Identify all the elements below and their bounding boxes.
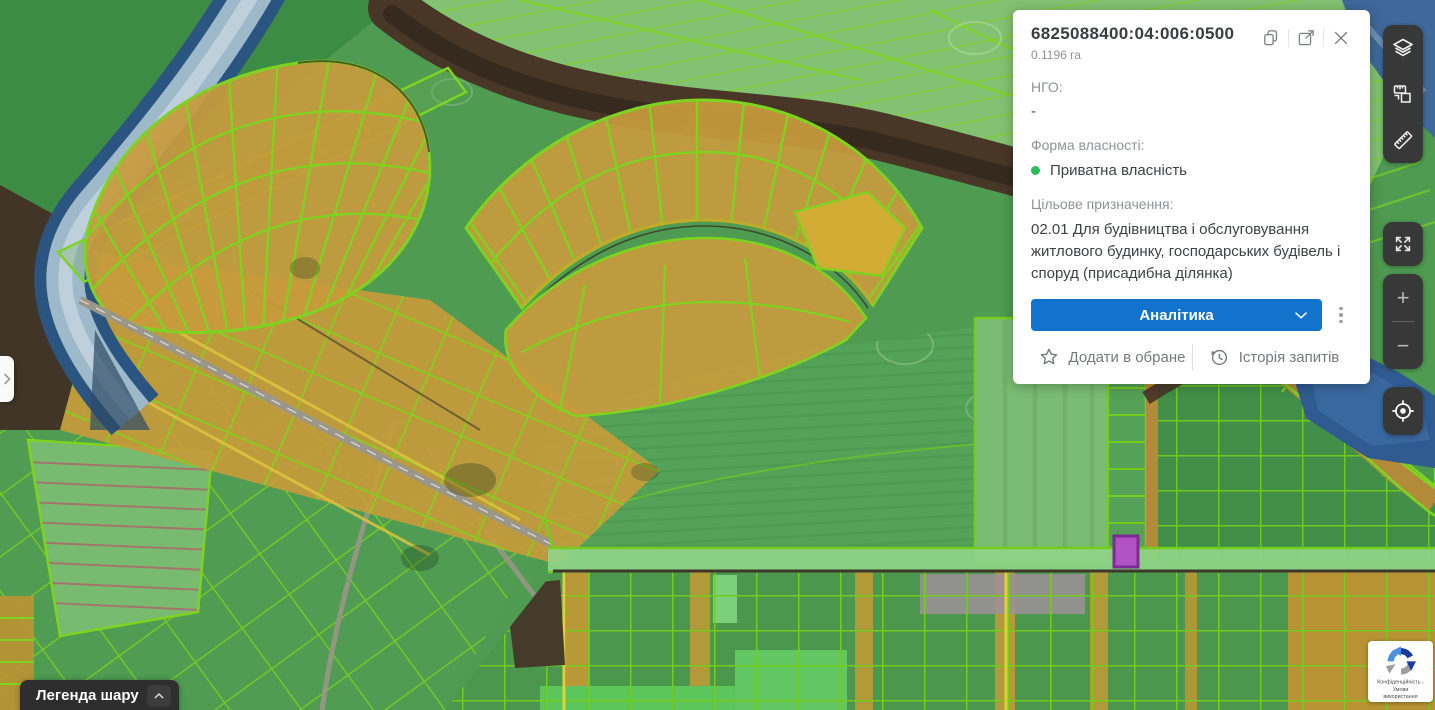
ngo-label: НГО: (1031, 79, 1354, 95)
history-label: Історія запитів (1239, 349, 1340, 366)
purpose-value: 02.01 Для будівництва і обслуговування ж… (1031, 219, 1354, 285)
ruler-icon[interactable] (1383, 117, 1423, 163)
zoom-controls: + − (1383, 274, 1423, 369)
star-icon (1038, 346, 1060, 368)
minus-icon: − (1397, 335, 1410, 357)
copy-icon[interactable] (1258, 26, 1284, 50)
chevron-down-icon (1290, 304, 1312, 326)
zoom-in-button[interactable]: + (1383, 274, 1423, 321)
close-icon[interactable] (1328, 26, 1354, 50)
dense-parcel-band (445, 560, 1435, 710)
parcel-info-panel: 6825088400:04:006:0500 0.1196 га (1013, 10, 1370, 384)
map-app: 6825088400:04:006:0500 0.1196 га (0, 0, 1435, 710)
plus-icon: + (1397, 287, 1410, 309)
divider (1323, 29, 1324, 47)
ownership-value: Приватна власність (1050, 162, 1187, 179)
layers-icon[interactable] (1383, 25, 1423, 71)
fullscreen-icon[interactable] (1383, 222, 1423, 266)
divider (1288, 29, 1289, 47)
locate-icon[interactable] (1383, 387, 1423, 435)
selected-parcel[interactable] (1114, 536, 1138, 567)
left-drawer-handle[interactable] (0, 356, 14, 402)
legend-map-icon[interactable] (1383, 71, 1423, 117)
zoom-out-button[interactable]: − (1383, 322, 1423, 369)
legend-label: Легенда шару (36, 687, 139, 704)
chevron-up-icon (147, 685, 171, 707)
recaptcha-terms-text: використання (1371, 694, 1430, 701)
parcel-area: 0.1196 га (1031, 48, 1234, 62)
parcel-id: 6825088400:04:006:0500 (1031, 24, 1234, 44)
more-options-kebab-icon[interactable] (1328, 303, 1354, 328)
history-clock-icon (1208, 346, 1230, 368)
recaptcha-logo-icon (1383, 645, 1419, 678)
request-history-button[interactable]: Історія запитів (1193, 346, 1354, 368)
add-to-favorites-button[interactable]: Додати в обране (1031, 346, 1192, 368)
ngo-value: - (1031, 103, 1354, 120)
ownership-status-dot (1031, 166, 1040, 175)
ownership-label: Форма власності: (1031, 137, 1354, 153)
map-tools-group (1383, 25, 1423, 163)
analytics-button[interactable]: Аналітика (1031, 299, 1322, 331)
chevron-right-icon (1, 371, 13, 387)
locate-group (1383, 387, 1423, 435)
purpose-label: Цільове призначення: (1031, 196, 1354, 212)
favorite-label: Додати в обране (1069, 349, 1186, 366)
recaptcha-badge[interactable]: Конфіденційність - Умови використання (1368, 641, 1433, 702)
recaptcha-privacy-text: Конфіденційність - Умови (1371, 679, 1430, 694)
analytics-button-label: Аналітика (1139, 307, 1213, 324)
open-in-new-icon[interactable] (1293, 26, 1319, 50)
fullscreen-group (1383, 222, 1423, 266)
layer-legend-toggle[interactable]: Легенда шару (20, 680, 179, 710)
